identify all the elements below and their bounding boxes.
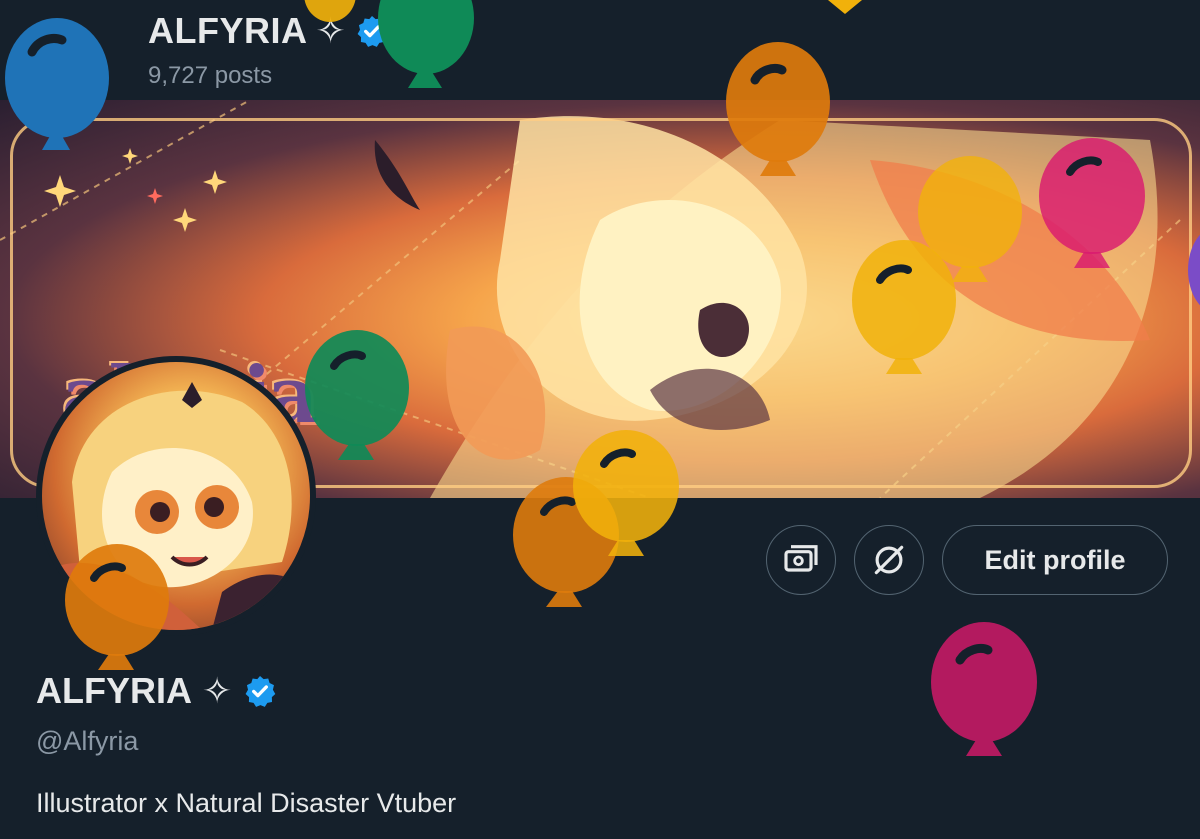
header-display-name: ALFYRIA [148,10,308,51]
verified-badge-icon [357,16,388,47]
avatar-artwork [42,382,310,630]
balloon-icon [931,622,1037,756]
header-display-name-row: ALFYRIA ✧ [148,10,390,52]
back-button[interactable] [18,22,78,82]
verified-badge-icon[interactable] [242,673,278,709]
grok-button[interactable] [854,525,924,595]
sparkle-icon: ✧ [315,10,347,51]
profile-display-name-row: ALFYRIA ✧ [36,670,278,712]
arrow-left-icon [37,41,59,63]
monetization-button[interactable] [766,525,836,595]
sparkle-icon: ✧ [202,670,233,711]
profile-display-name: ALFYRIA [36,670,192,711]
post-count: 9,727 posts [148,62,273,89]
slash-circle-icon [874,545,904,575]
profile-handle: @Alfyria [36,726,139,756]
profile-avatar[interactable] [36,356,316,636]
profile-bio: Illustrator x Natural Disaster Vtuber [36,788,457,818]
money-icon [784,545,818,572]
edit-profile-button[interactable]: Edit profile [942,525,1168,595]
profile-header: ALFYRIA ✧ 9,727 posts [0,0,1200,100]
